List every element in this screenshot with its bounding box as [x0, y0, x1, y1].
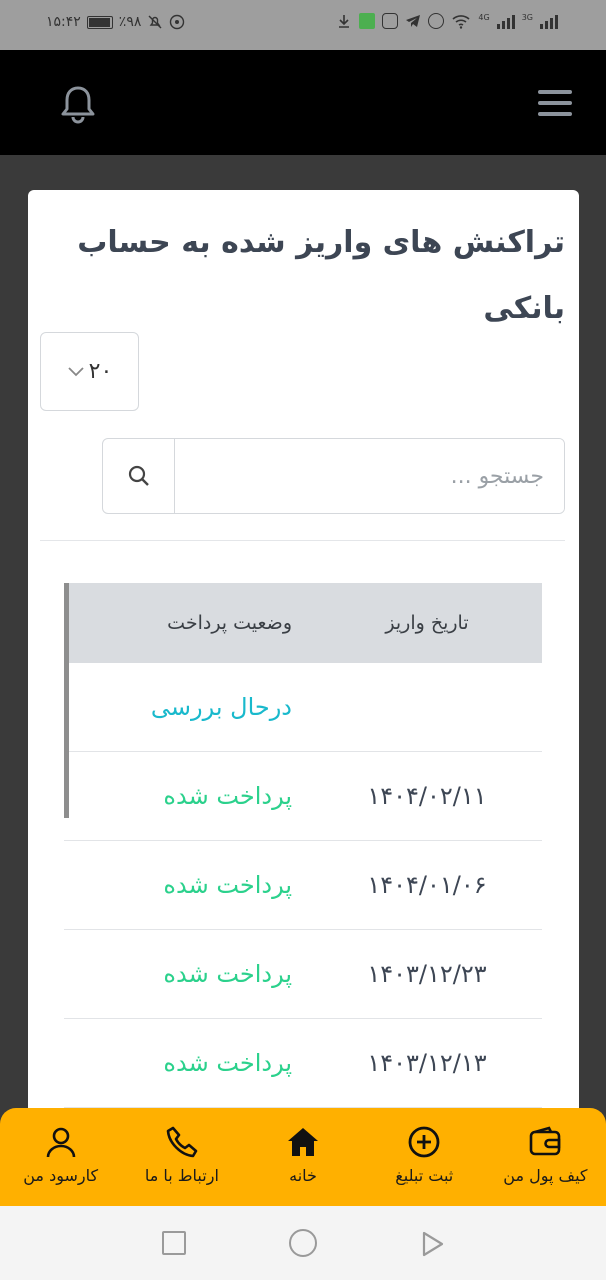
back-button[interactable]: [420, 1230, 446, 1258]
wallet-icon: [530, 1126, 561, 1156]
instagram-icon: [382, 13, 399, 29]
system-nav-bar: [0, 1206, 606, 1280]
row-date: ۱۴۰۳/۱۲/۲۳: [367, 960, 487, 988]
battery-icon: [86, 15, 113, 29]
bottom-nav: کیف پول من ثبت تبلیغ خانه ارتباط با ما ک…: [0, 1108, 606, 1206]
signal-icon-2: [540, 13, 558, 29]
nav-item-contact[interactable]: ارتباط با ما: [123, 1124, 241, 1185]
mute-icon: [148, 15, 162, 29]
table-header: تاریخ واریز وضعیت پرداخت: [64, 583, 542, 663]
table-row[interactable]: ۱۴۰۴/۰۲/۱۱ پرداخت شده: [64, 752, 542, 841]
search-box: [102, 438, 565, 514]
nav-label: ثبت تبلیغ: [395, 1166, 454, 1185]
app-header: [0, 50, 606, 155]
plus-circle-icon: [408, 1126, 440, 1158]
status-right: 4G 3G: [336, 13, 558, 29]
nav-item-profile[interactable]: کارسود من: [2, 1124, 120, 1185]
nav-item-home[interactable]: خانه: [244, 1124, 362, 1185]
phone-icon: [166, 1126, 198, 1158]
column-header-status: وضعیت پرداخت: [167, 612, 292, 634]
row-date: ۱۴۰۳/۱۲/۱۳: [367, 1049, 487, 1077]
nav-item-wallet[interactable]: کیف پول من: [486, 1124, 604, 1185]
clock: ۱۵:۴۲: [46, 14, 81, 30]
row-status: پرداخت شده: [163, 960, 292, 988]
column-header-date: تاریخ واریز: [385, 612, 469, 634]
row-status: پرداخت شده: [163, 782, 292, 810]
table-row[interactable]: ۱۴۰۳/۱۲/۲۳ پرداخت شده: [64, 930, 542, 1019]
status-bar: ۱۵:۴۲ ٪۹۸ 4G 3G: [0, 0, 606, 50]
row-status: درحال بررسی: [150, 693, 292, 721]
nav-item-add-ad[interactable]: ثبت تبلیغ: [365, 1124, 483, 1185]
nav-label: خانه: [289, 1166, 317, 1185]
data-saver-icon: [170, 14, 185, 30]
nav-label: کارسود من: [23, 1166, 99, 1185]
transactions-card: تراکنش های واریز شده به حساب بانکی ۲۰ تا…: [28, 190, 579, 1150]
home-button[interactable]: [289, 1229, 317, 1257]
row-status: پرداخت شده: [163, 871, 292, 899]
scroll-indicator[interactable]: [64, 583, 69, 818]
battery-percent: ٪۹۸: [118, 14, 142, 30]
app-notification-icon: [359, 13, 376, 29]
download-icon: [339, 15, 350, 28]
status-left: ۱۵:۴۲ ٪۹۸: [46, 14, 185, 30]
network-type-1: 4G: [478, 13, 490, 22]
search-icon: [128, 465, 149, 486]
signal-icon: [496, 13, 515, 29]
page-size-select[interactable]: ۲۰: [40, 332, 139, 411]
row-date: ۱۴۰۴/۰۱/۰۶: [367, 871, 487, 899]
telegram-icon: [406, 15, 421, 27]
page-size-value: ۲۰: [88, 359, 113, 384]
transactions-table: تاریخ واریز وضعیت پرداخت درحال بررسی ۱۴۰…: [64, 583, 542, 1108]
search-input[interactable]: [175, 439, 564, 513]
row-date: ۱۴۰۴/۰۲/۱۱: [367, 782, 487, 810]
table-row[interactable]: ۱۴۰۳/۱۲/۱۳ پرداخت شده: [64, 1019, 542, 1108]
table-row[interactable]: درحال بررسی: [64, 663, 542, 752]
search-button[interactable]: [103, 439, 175, 513]
nav-label: کیف پول من: [503, 1166, 588, 1185]
table-row[interactable]: ۱۴۰۴/۰۱/۰۶ پرداخت شده: [64, 841, 542, 930]
user-icon: [46, 1127, 75, 1158]
app-icon: [428, 13, 445, 29]
bell-icon[interactable]: [56, 82, 100, 126]
recents-button[interactable]: [162, 1231, 186, 1255]
chevron-down-icon: [68, 366, 84, 376]
network-type-2: 3G: [521, 13, 533, 22]
divider: [40, 540, 565, 541]
home-icon: [288, 1128, 319, 1156]
page-title: تراکنش های واریز شده به حساب بانکی: [77, 225, 565, 326]
hamburger-icon[interactable]: [538, 90, 572, 116]
row-status: پرداخت شده: [163, 1049, 292, 1077]
wifi-icon: [452, 15, 470, 29]
nav-label: ارتباط با ما: [144, 1166, 219, 1185]
